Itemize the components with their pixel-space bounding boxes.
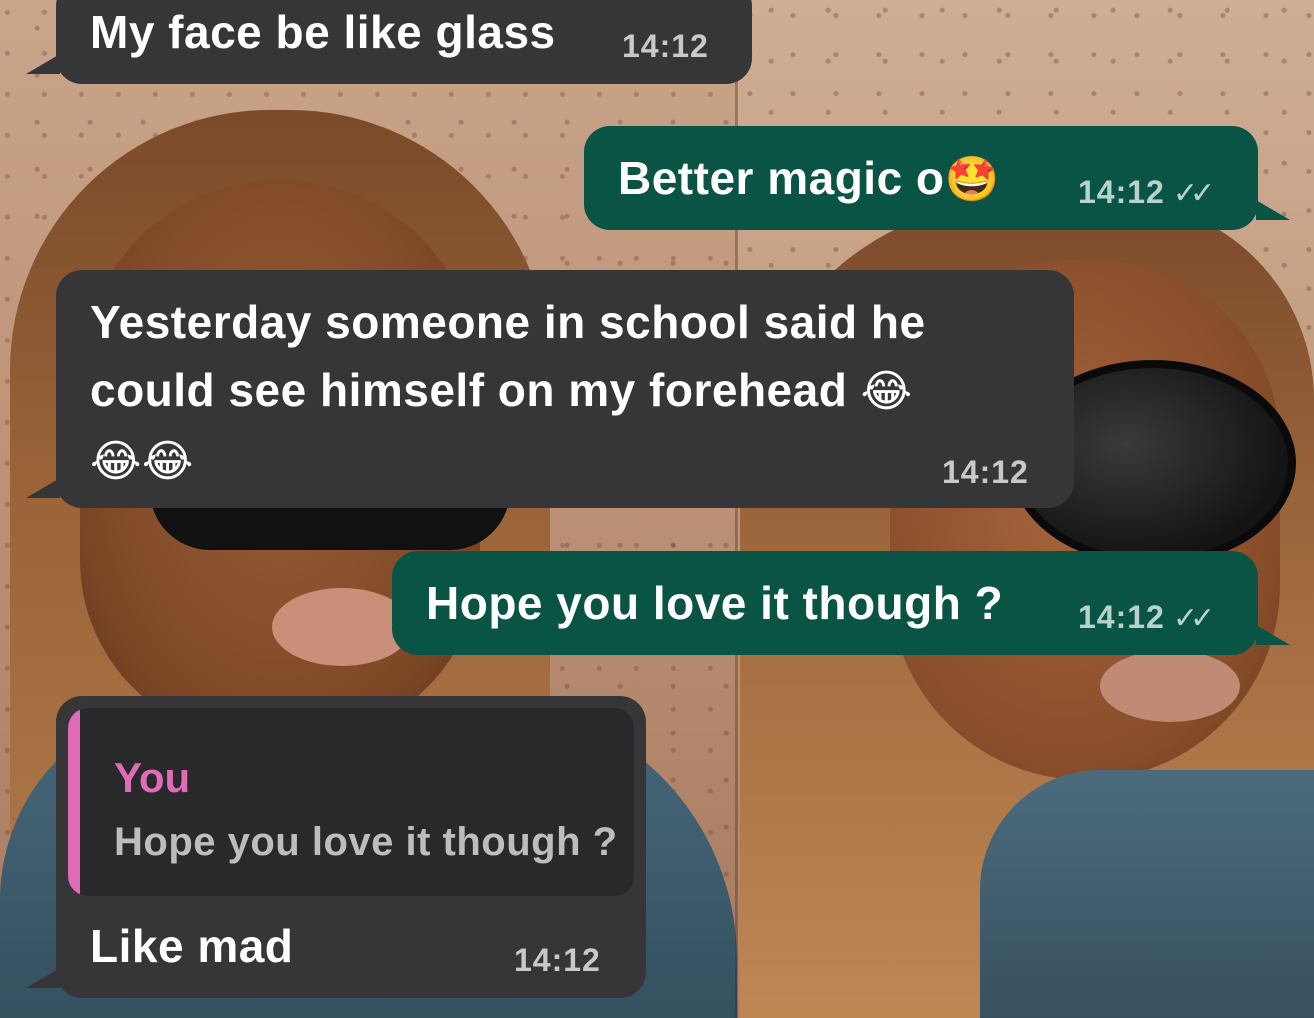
read-receipt-icon: ✓✓ bbox=[1172, 177, 1215, 210]
message-bubble-incoming[interactable]: My face be like glass 14:12 bbox=[26, 0, 752, 84]
bubble-tail bbox=[26, 478, 60, 498]
quoted-message[interactable]: You Hope you love it though ? bbox=[68, 708, 634, 896]
message-text: Better magic o🤩 bbox=[618, 144, 1000, 214]
background-shirt-right bbox=[980, 770, 1314, 1018]
message-bubble-outgoing[interactable]: Better magic o🤩 14:12 ✓✓ bbox=[584, 126, 1290, 230]
message-line-2: could see himself on my forehead 😂 bbox=[90, 356, 926, 426]
message-text: Yesterday someone in school said he coul… bbox=[90, 288, 926, 496]
quote-author: You bbox=[114, 754, 191, 801]
message-text: Hope you love it though ? bbox=[426, 577, 1004, 629]
bubble-tail bbox=[1256, 200, 1290, 220]
message-time: 14:12 bbox=[1078, 599, 1165, 635]
message-line-1: Yesterday someone in school said he bbox=[90, 296, 926, 348]
message-line-3: 😂😂 bbox=[90, 426, 926, 496]
quote-text: Hope you love it though ? bbox=[114, 820, 618, 864]
message-bubble-outgoing[interactable]: Hope you love it though ? 14:12 ✓✓ bbox=[392, 551, 1290, 655]
message-time: 14:12 bbox=[942, 454, 1029, 490]
message-time: 14:12 bbox=[622, 28, 709, 64]
read-receipt-icon: ✓✓ bbox=[1172, 602, 1215, 635]
message-time-row: 14:12 ✓✓ bbox=[1078, 174, 1215, 211]
message-time: 14:12 bbox=[514, 942, 601, 978]
bubble-tail bbox=[26, 968, 60, 988]
star-struck-emoji-icon: 🤩 bbox=[944, 154, 1000, 205]
message-text: Like mad bbox=[90, 920, 294, 972]
message-bubble-incoming[interactable]: Yesterday someone in school said he coul… bbox=[26, 270, 1074, 508]
message-line-2-text: could see himself on my forehead bbox=[90, 364, 848, 416]
message-text-content: Better magic o bbox=[618, 152, 945, 204]
background-lips-left bbox=[272, 588, 412, 666]
laughing-tears-emoji-icon: 😂😂 bbox=[90, 436, 194, 487]
bubble-tail bbox=[26, 54, 60, 74]
message-time: 14:12 bbox=[1078, 174, 1165, 210]
laughing-tears-emoji-icon: 😂 bbox=[860, 366, 913, 417]
message-bubble-incoming-reply[interactable]: You Hope you love it though ? Like mad 1… bbox=[26, 696, 646, 998]
background-lips-right bbox=[1100, 650, 1240, 722]
quote-accent-bar bbox=[68, 708, 80, 896]
message-text: My face be like glass bbox=[90, 6, 556, 58]
bubble-tail bbox=[1256, 625, 1290, 645]
message-time-row: 14:12 ✓✓ bbox=[1078, 599, 1215, 636]
